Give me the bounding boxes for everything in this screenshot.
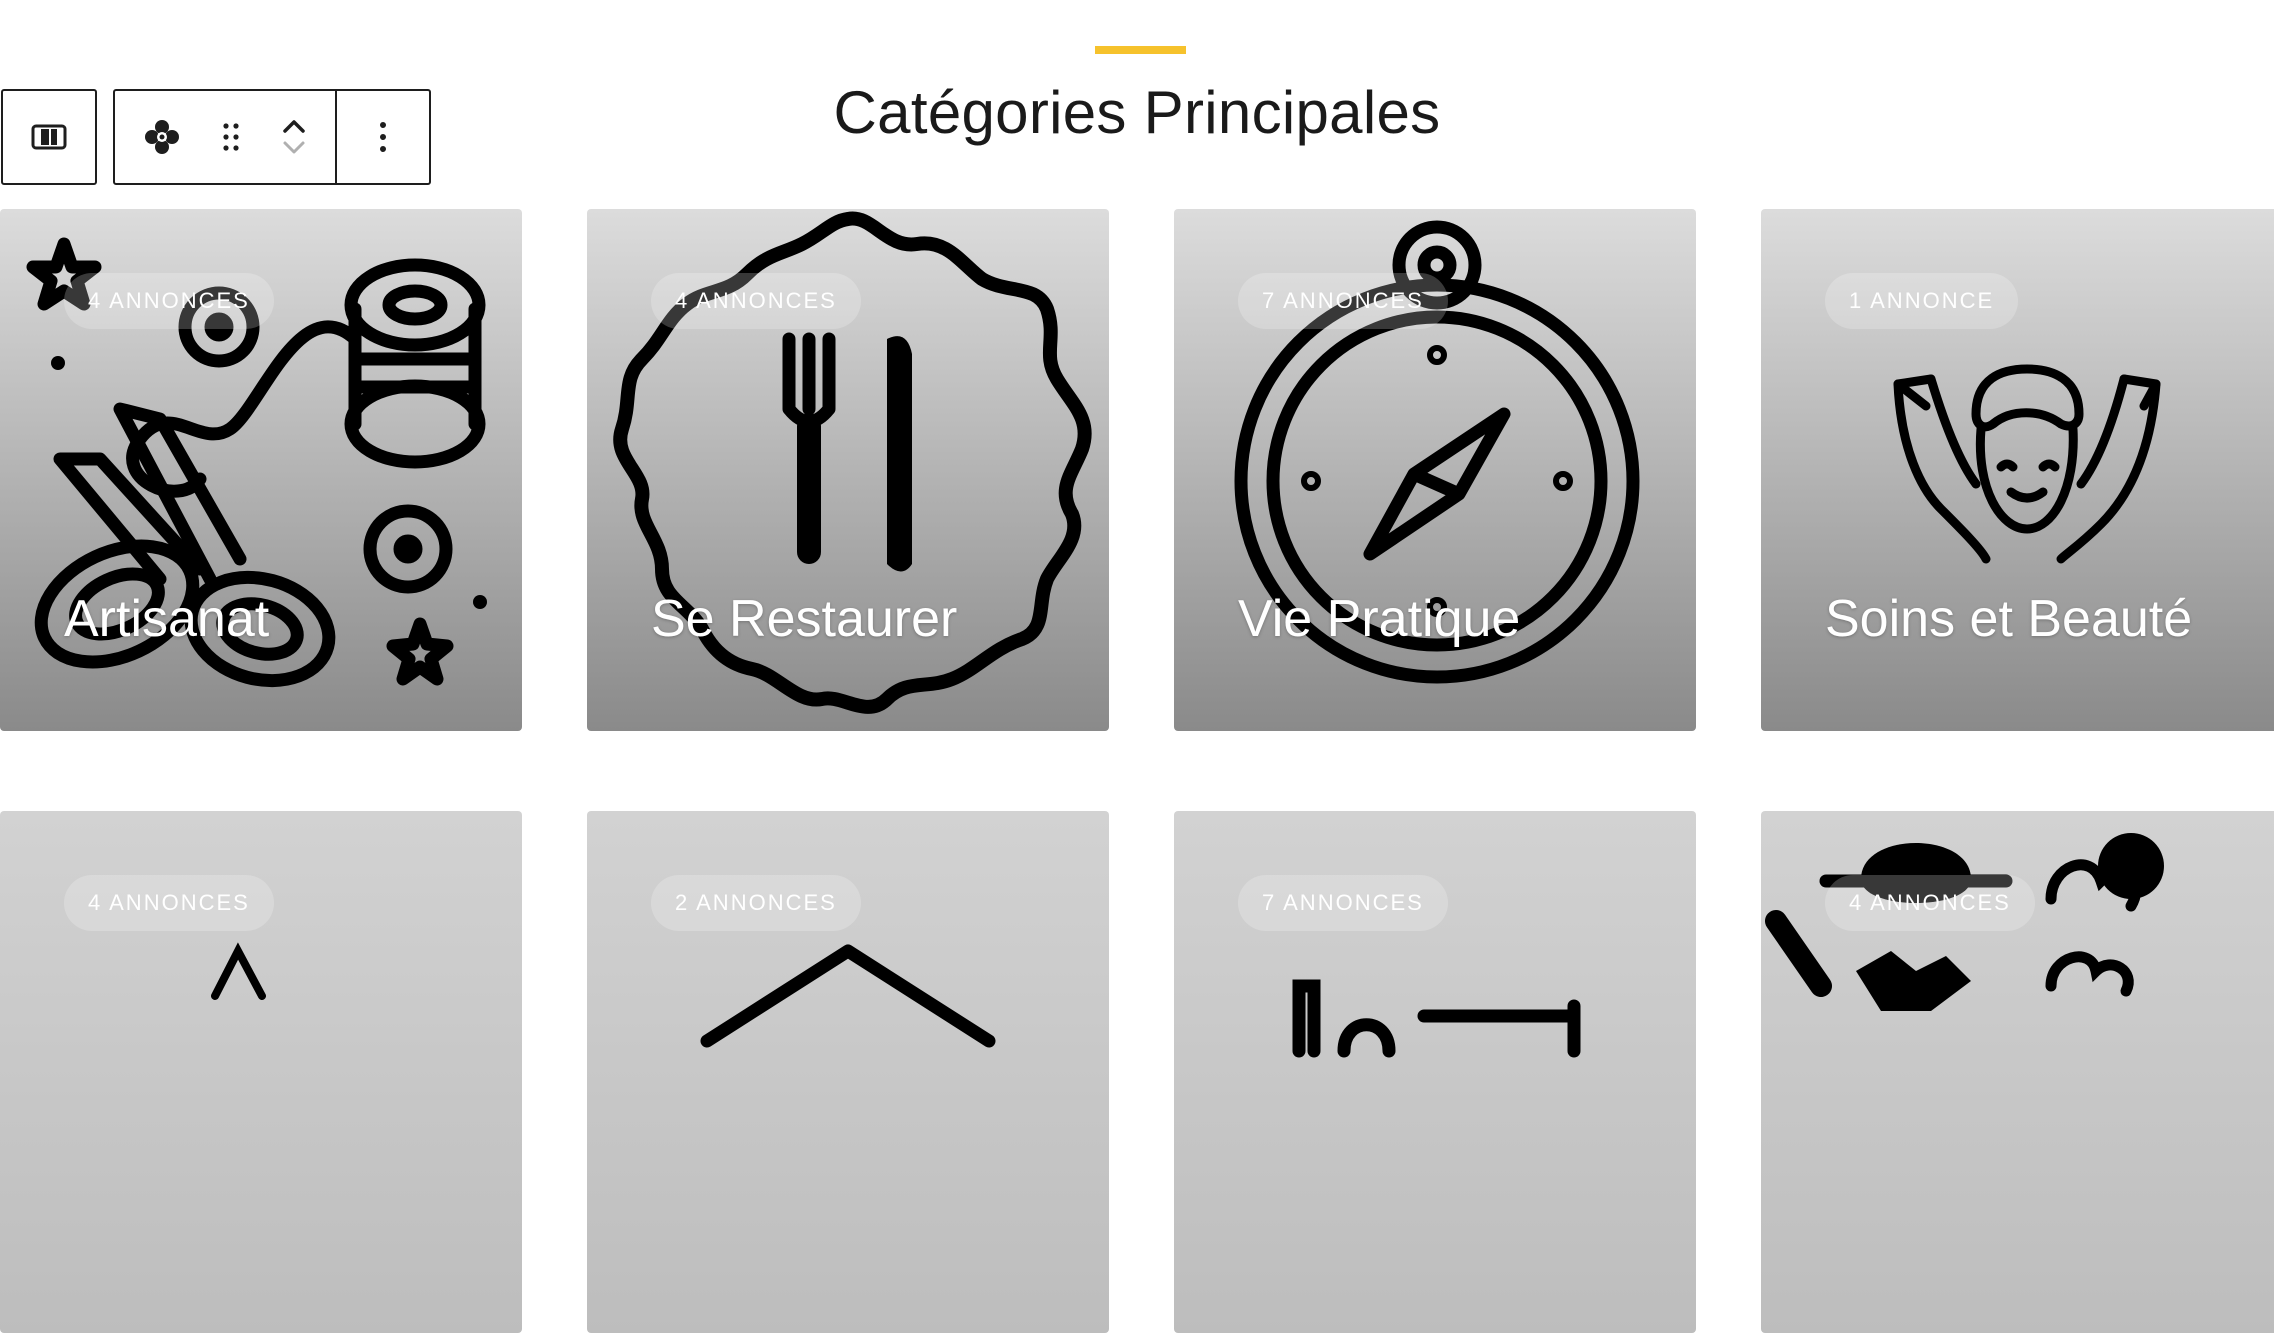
listing-count-badge: 2 ANNONCES bbox=[651, 875, 861, 931]
plugin-button[interactable] bbox=[115, 91, 209, 183]
block-toolbar bbox=[113, 89, 431, 185]
block-type-group bbox=[1, 89, 97, 185]
move-down-icon[interactable] bbox=[279, 137, 309, 159]
listing-count-badge: 4 ANNONCES bbox=[651, 273, 861, 329]
category-title[interactable]: Se Restaurer bbox=[651, 589, 957, 649]
listing-count-badge: 7 ANNONCES bbox=[1238, 875, 1448, 931]
plugin-icon bbox=[145, 120, 180, 154]
title-accent-bar bbox=[1095, 46, 1186, 54]
category-card[interactable]: 4 ANNONCES Artisanat bbox=[0, 209, 522, 731]
columns-icon bbox=[31, 124, 67, 150]
listing-count-badge: 7 ANNONCES bbox=[1238, 273, 1448, 329]
category-title[interactable]: Artisanat bbox=[64, 589, 269, 649]
drag-handle-icon bbox=[223, 123, 239, 151]
more-options-button[interactable] bbox=[337, 91, 429, 183]
listing-count-badge: 4 ANNONCES bbox=[64, 875, 274, 931]
category-title[interactable]: Vie Pratique bbox=[1238, 589, 1520, 649]
category-card[interactable]: 7 ANNONCES bbox=[1174, 811, 1696, 1333]
more-options-icon bbox=[379, 122, 386, 152]
drag-handle[interactable] bbox=[209, 91, 252, 183]
category-card[interactable]: 4 ANNONCES Se Restaurer bbox=[587, 209, 1109, 731]
listing-count-badge: 1 ANNONCE bbox=[1825, 273, 2019, 329]
block-type-button[interactable] bbox=[3, 91, 95, 183]
move-up-icon[interactable] bbox=[279, 115, 309, 137]
listing-count-badge: 4 ANNONCES bbox=[1825, 875, 2035, 931]
category-card[interactable]: 2 ANNONCES bbox=[587, 811, 1109, 1333]
category-title[interactable]: Soins et Beauté bbox=[1825, 589, 2192, 649]
category-card[interactable]: 1 ANNONCE Soins et Beauté bbox=[1761, 209, 2274, 731]
listing-count-badge: 4 ANNONCES bbox=[64, 273, 274, 329]
move-buttons bbox=[252, 91, 334, 183]
category-card[interactable]: 4 ANNONCES bbox=[0, 811, 522, 1333]
category-card[interactable]: 4 ANNONCES bbox=[1761, 811, 2274, 1333]
category-card[interactable]: 7 ANNONCES Vie Pratique bbox=[1174, 209, 1696, 731]
